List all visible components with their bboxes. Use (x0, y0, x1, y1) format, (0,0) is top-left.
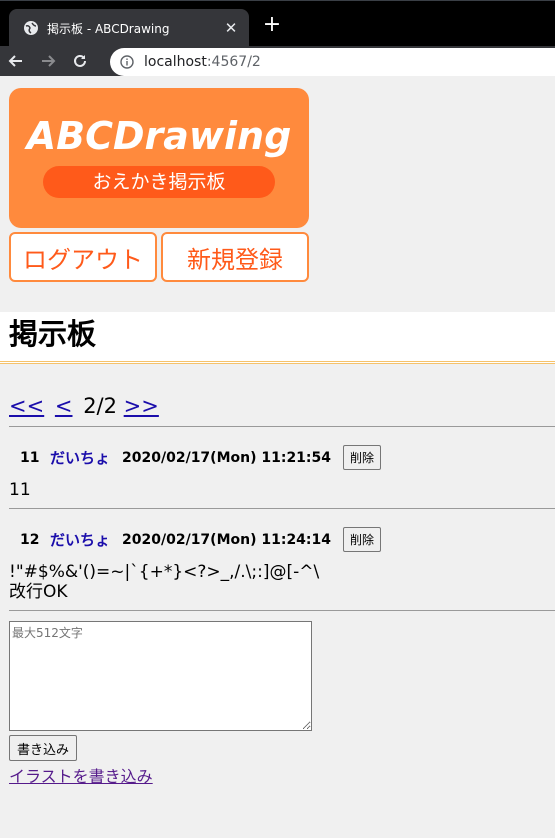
post-date: 2020/02/17(Mon) 11:21:54 (122, 449, 332, 466)
delete-button[interactable]: 削除 (343, 445, 382, 470)
logo-subtitle: おえかき掲示板 (43, 166, 275, 198)
page-title: 掲示板 (0, 312, 555, 364)
browser-tab[interactable]: 掲示板 - ABCDrawing ✕ (9, 9, 249, 47)
url-host: localhost (144, 54, 207, 70)
post: 12 だいちょ 2020/02/17(Mon) 11:24:14 削除 !"#$… (9, 527, 546, 602)
new-tab-icon[interactable]: + (258, 11, 286, 39)
post-number: 12 (20, 531, 40, 548)
message-textarea[interactable] (9, 621, 312, 731)
back-arrow-icon[interactable] (0, 46, 32, 76)
current-page: 2/2 (83, 394, 117, 418)
post-header: 12 だいちょ 2020/02/17(Mon) 11:24:14 削除 (9, 527, 546, 552)
post-body: !"#$%&'()=~|`{+*}<?>_,/.\;:]@[-^\ 改行OK (9, 562, 320, 602)
pagination: << < 2/2 >> (9, 394, 546, 418)
globe-icon (23, 20, 39, 36)
post-body: 11 (9, 480, 31, 500)
site-logo[interactable]: ABCDrawing おえかき掲示板 (9, 88, 309, 228)
post-number: 11 (20, 449, 40, 466)
browser-tabstrip: 掲示板 - ABCDrawing ✕ + (0, 0, 555, 47)
divider (9, 426, 555, 427)
auth-buttons: ログアウト 新規登録 (9, 232, 546, 282)
divider (9, 508, 555, 509)
divider (9, 610, 555, 611)
register-button[interactable]: 新規登録 (161, 232, 309, 282)
illustration-post-link[interactable]: イラストを書き込み (9, 763, 546, 787)
info-icon[interactable] (110, 55, 144, 69)
last-page-link[interactable]: >> (124, 394, 159, 418)
page-content: ABCDrawing おえかき掲示板 ログアウト 新規登録 掲示板 << < 2… (0, 88, 555, 787)
submit-button[interactable]: 書き込み (9, 735, 78, 761)
first-page-link[interactable]: << (9, 394, 44, 418)
post-author: だいちょ (50, 449, 111, 467)
post-header: 11 だいちょ 2020/02/17(Mon) 11:21:54 削除 (9, 445, 546, 470)
tab-title: 掲示板 - ABCDrawing (47, 21, 170, 36)
forward-arrow-icon[interactable] (32, 46, 64, 76)
logout-button[interactable]: ログアウト (9, 232, 157, 282)
post: 11 だいちょ 2020/02/17(Mon) 11:21:54 削除 11 (9, 445, 546, 500)
reload-icon[interactable] (64, 46, 96, 76)
address-bar[interactable]: localhost:4567/2 (110, 48, 555, 76)
logo-title: ABCDrawing (26, 114, 292, 158)
prev-page-link[interactable]: < (55, 394, 73, 418)
close-icon[interactable]: ✕ (219, 19, 243, 37)
delete-button[interactable]: 削除 (343, 527, 382, 552)
url-path: :4567/2 (206, 54, 261, 70)
post-author: だいちょ (50, 531, 111, 549)
post-date: 2020/02/17(Mon) 11:24:14 (122, 531, 332, 548)
